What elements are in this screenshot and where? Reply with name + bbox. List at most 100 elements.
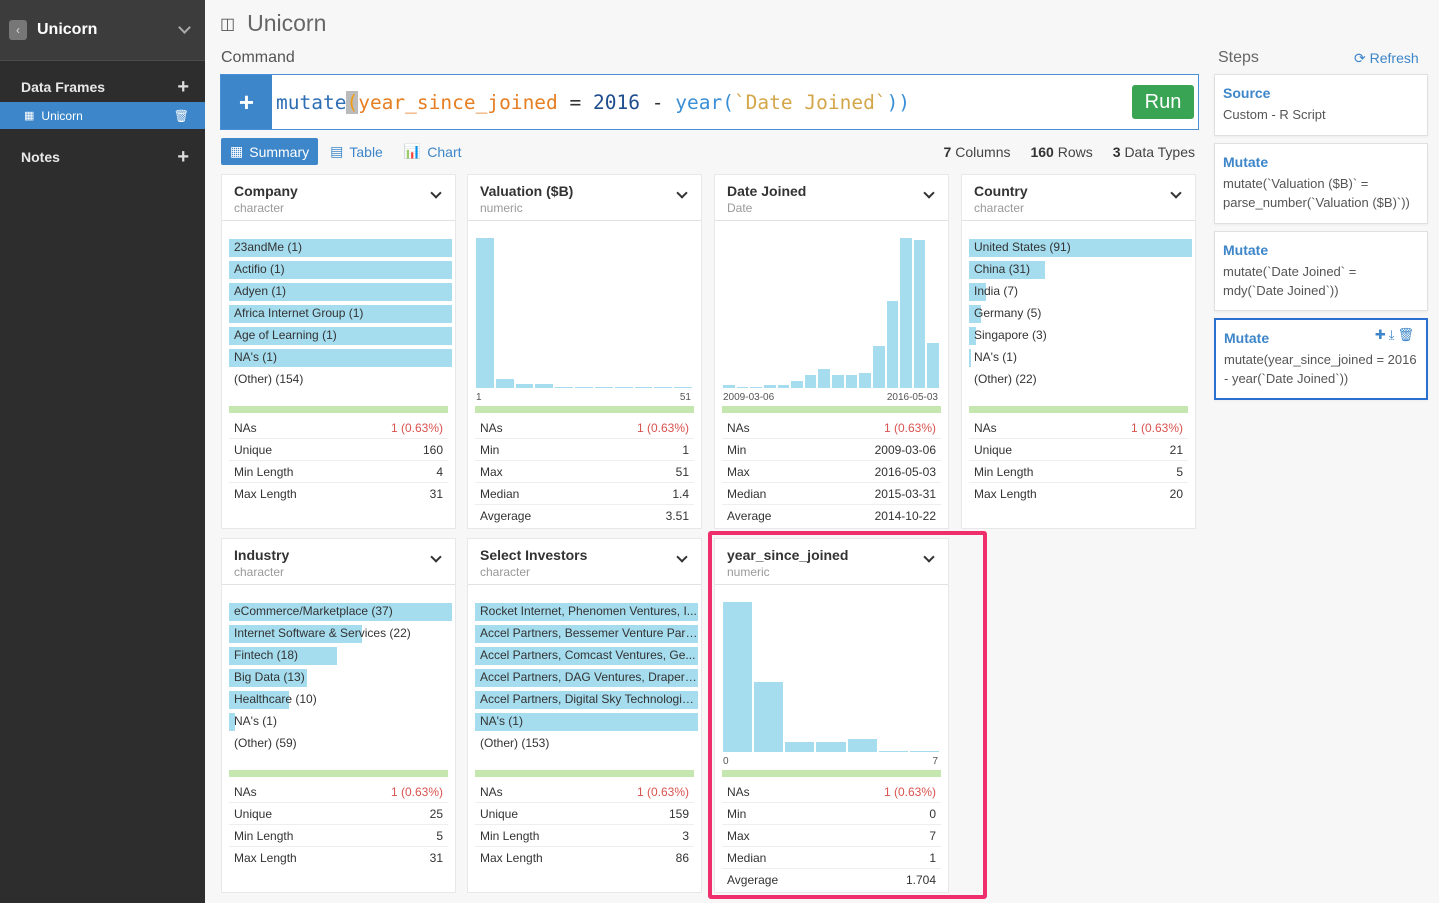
add-data-frame-icon[interactable]: + [177,77,189,97]
stat-label: Min [480,442,500,457]
category-item[interactable]: China (31) [962,258,1195,280]
stat-row: Max 2016-05-03 [722,461,941,483]
category-item[interactable]: Africa Internet Group (1) [222,302,455,324]
stat-value: 2016-05-03 [874,464,936,479]
step-mutate-2[interactable]: Mutate mutate(`Date Joined` = mdy(`Date … [1214,231,1428,311]
category-item[interactable]: Germany (5) [962,302,1195,324]
sidebar-item-unicorn[interactable]: ▦ Unicorn 🗑 [0,102,205,129]
back-icon[interactable]: ‹ [9,20,27,40]
frame-icon: ◫ [220,15,236,33]
step-actions: ✚⤓🗑 [1375,327,1417,343]
stat-row: Max Length 20 [969,483,1188,505]
stat-label: Min [727,442,747,457]
category-label: Big Data (13) [234,670,305,684]
run-button[interactable]: Run [1132,85,1194,119]
add-command-button[interactable]: + [221,75,272,129]
trash-icon[interactable]: 🗑 [174,109,189,123]
category-item[interactable]: Actifio (1) [222,258,455,280]
category-list: eCommerce/Marketplace (37) Internet Softw… [222,585,455,770]
category-item[interactable]: Fintech (18) [222,644,455,666]
histogram-bar [495,379,514,388]
stat-label: NAs [234,784,257,799]
histogram-bar [723,385,735,388]
category-item[interactable]: NA's (1) [962,346,1195,368]
steps-label: Steps [1218,49,1259,66]
sidebar-item-label: Unicorn [41,108,83,123]
columns-count: 7 [943,144,952,160]
category-item[interactable]: Internet Software & Services (22) [222,622,455,644]
command-input[interactable]: mutate(year_since_joined = 2016 - year(`… [272,90,1132,114]
category-item[interactable]: Accel Partners, DAG Ventures, Draper ... [468,666,701,688]
column-card-select-investors: Select Investors character Rocket Internet… [467,538,702,893]
tab-label: Chart [427,143,462,160]
category-item[interactable]: (Other) (59) [222,732,455,754]
stats-list: NAs 1 (0.63%) Unique 25 Min Length 5 Max Lengt… [222,777,455,869]
column-type: character [234,565,285,579]
stat-row: NAs 1 (0.63%) [229,781,448,803]
step-mutate-3[interactable]: ✚⤓🗑 Mutate mutate(year_since_joined = 20… [1214,318,1428,400]
card-header: Country character [962,175,1195,221]
category-item[interactable]: Accel Partners, Digital Sky Technologie.… [468,688,701,710]
stat-row: Avgerage 3.51 [475,505,694,527]
category-item[interactable]: eCommerce/Marketplace (37) [222,600,455,622]
stat-value: 1 (0.63%) [1130,420,1183,435]
category-item[interactable]: Singapore (3) [962,324,1195,346]
column-name: Country [974,183,1028,199]
stat-row: Unique 159 [475,803,694,825]
step-source[interactable]: Source Custom - R Script [1214,74,1428,136]
category-item[interactable]: Accel Partners, Comcast Ventures, Ge... [468,644,701,666]
category-item[interactable]: (Other) (154) [222,368,455,390]
step-mutate-1[interactable]: Mutate mutate(`Valuation ($B)` = parse_n… [1214,143,1428,224]
main-area: ◫ Unicorn Command + mutate(year_since_jo… [205,0,1439,903]
project-header[interactable]: ‹ Unicorn [0,0,205,61]
column-type: numeric [480,201,523,215]
histogram-bar [750,386,762,388]
category-item[interactable]: NA's (1) [468,710,701,732]
tab-label: Summary [249,143,310,160]
stat-row: Min 1 [475,439,694,461]
chevron-down-icon[interactable] [178,21,191,34]
stat-row: Median 2015-03-31 [722,483,941,505]
category-item[interactable]: NA's (1) [222,710,455,732]
category-item[interactable]: Adyen (1) [222,280,455,302]
add-step-icon[interactable]: ✚ [1375,327,1389,342]
histogram: 1 51 [468,221,701,406]
category-item[interactable]: Big Data (13) [222,666,455,688]
category-item[interactable]: NA's (1) [222,346,455,368]
tab-summary[interactable]: ▦ Summary [221,138,319,165]
category-item[interactable]: 23andMe (1) [222,236,455,258]
histogram-bar [515,384,534,388]
stat-label: Min Length [234,828,294,843]
tab-chart[interactable]: 📊 Chart [395,138,471,165]
axis-min-label: 2009-03-06 [723,392,775,403]
category-item[interactable]: (Other) (153) [468,732,701,754]
category-item[interactable]: United States (91) [962,236,1195,258]
stat-label: Unique [234,442,273,457]
stats-list: NAs 1 (0.63%) Unique 21 Min Length 5 Max Lengt… [962,413,1195,505]
category-item[interactable]: Healthcare (10) [222,688,455,710]
category-item[interactable]: Accel Partners, Bessemer Venture Part... [468,622,701,644]
axis-min-label: 1 [476,392,482,403]
category-item[interactable]: India (7) [962,280,1195,302]
refresh-button[interactable]: ⟳ Refresh [1354,50,1419,67]
stat-value: 1 (0.63%) [636,420,689,435]
category-label: Rocket Internet, Phenomen Ventures, I... [480,604,697,618]
stat-value: 1 (0.63%) [390,420,443,435]
category-label: Germany (5) [974,306,1042,320]
tab-table[interactable]: ▤ Table [321,138,392,165]
column-name: Industry [234,547,290,563]
stat-value: 2009-03-06 [874,442,936,457]
trash-icon[interactable]: 🗑 [1397,327,1417,342]
step-desc: Custom - R Script [1223,107,1326,122]
card-header: Date Joined Date [715,175,948,221]
add-note-icon[interactable]: + [177,147,189,167]
histogram-bar [832,374,844,388]
category-label: Accel Partners, Comcast Ventures, Ge... [480,648,696,662]
category-item[interactable]: Age of Learning (1) [222,324,455,346]
category-item[interactable]: Rocket Internet, Phenomen Ventures, I... [468,600,701,622]
category-item[interactable]: (Other) (22) [962,368,1195,390]
stat-label: Average [727,509,772,523]
column-type: Date [727,201,753,215]
bar-chart-icon: 📊 [403,143,422,159]
cmd-paren: ( [346,90,359,114]
